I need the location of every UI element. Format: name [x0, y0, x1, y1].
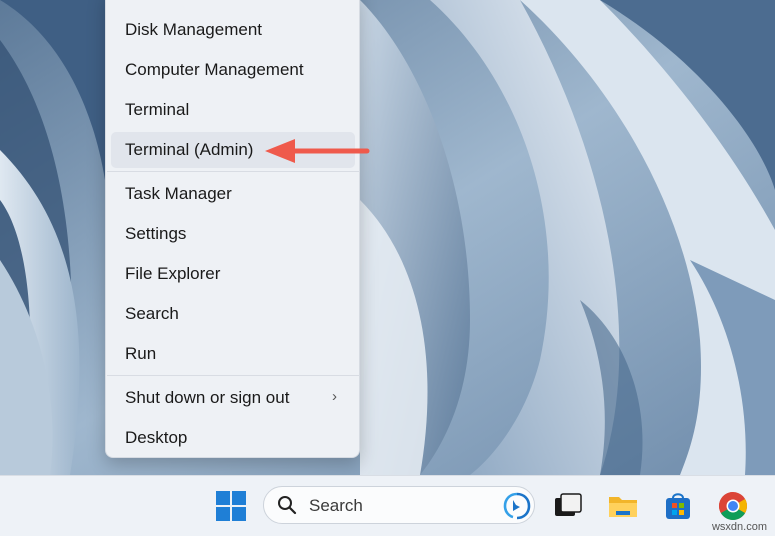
menu-item-run[interactable]: Run — [111, 336, 355, 372]
annotation-arrow-icon — [265, 139, 370, 163]
menu-item-label: Desktop — [125, 428, 188, 447]
menu-item-label: Computer Management — [125, 60, 304, 79]
menu-item-search[interactable]: Search — [111, 296, 355, 332]
menu-item-label: Task Manager — [125, 184, 232, 203]
menu-item-shut-down-or-sign-out[interactable]: Shut down or sign out › — [111, 380, 355, 416]
microsoft-store-icon[interactable] — [662, 490, 694, 522]
menu-item-label: File Explorer — [125, 264, 221, 283]
menu-separator — [107, 375, 360, 376]
menu-item-label: Disk Management — [125, 20, 263, 39]
chevron-right-icon: › — [332, 388, 337, 405]
menu-item-task-manager[interactable]: Task Manager — [111, 176, 355, 212]
search-icon — [278, 496, 297, 515]
task-view-icon[interactable] — [552, 490, 584, 522]
watermark: wsxdn.com — [711, 521, 767, 533]
menu-item-desktop[interactable]: Desktop — [111, 420, 355, 456]
menu-item-disk-management[interactable]: Disk Management — [111, 12, 355, 48]
menu-item-terminal[interactable]: Terminal — [111, 92, 355, 128]
file-explorer-icon[interactable] — [607, 490, 639, 522]
menu-item-label: Terminal — [125, 100, 190, 119]
windows-start-icon[interactable] — [216, 491, 246, 521]
taskbar-search-box[interactable] — [263, 486, 535, 524]
menu-item-settings[interactable]: Settings — [111, 216, 355, 252]
menu-item-computer-management[interactable]: Computer Management — [111, 52, 355, 88]
context-menu: Disk Management Computer Management Term… — [105, 0, 360, 458]
menu-item-label: Run — [125, 344, 157, 363]
menu-item-label: Terminal (Admin) — [125, 140, 254, 159]
search-placeholder: Search — [309, 496, 363, 515]
menu-item-label: Search — [125, 304, 179, 323]
bing-icon[interactable] — [503, 492, 531, 520]
menu-item-label: Shut down or sign out — [125, 388, 290, 407]
menu-item-label: Settings — [125, 224, 187, 243]
menu-item-file-explorer[interactable]: File Explorer — [111, 256, 355, 292]
menu-separator — [107, 171, 360, 172]
chrome-icon[interactable] — [717, 490, 749, 522]
